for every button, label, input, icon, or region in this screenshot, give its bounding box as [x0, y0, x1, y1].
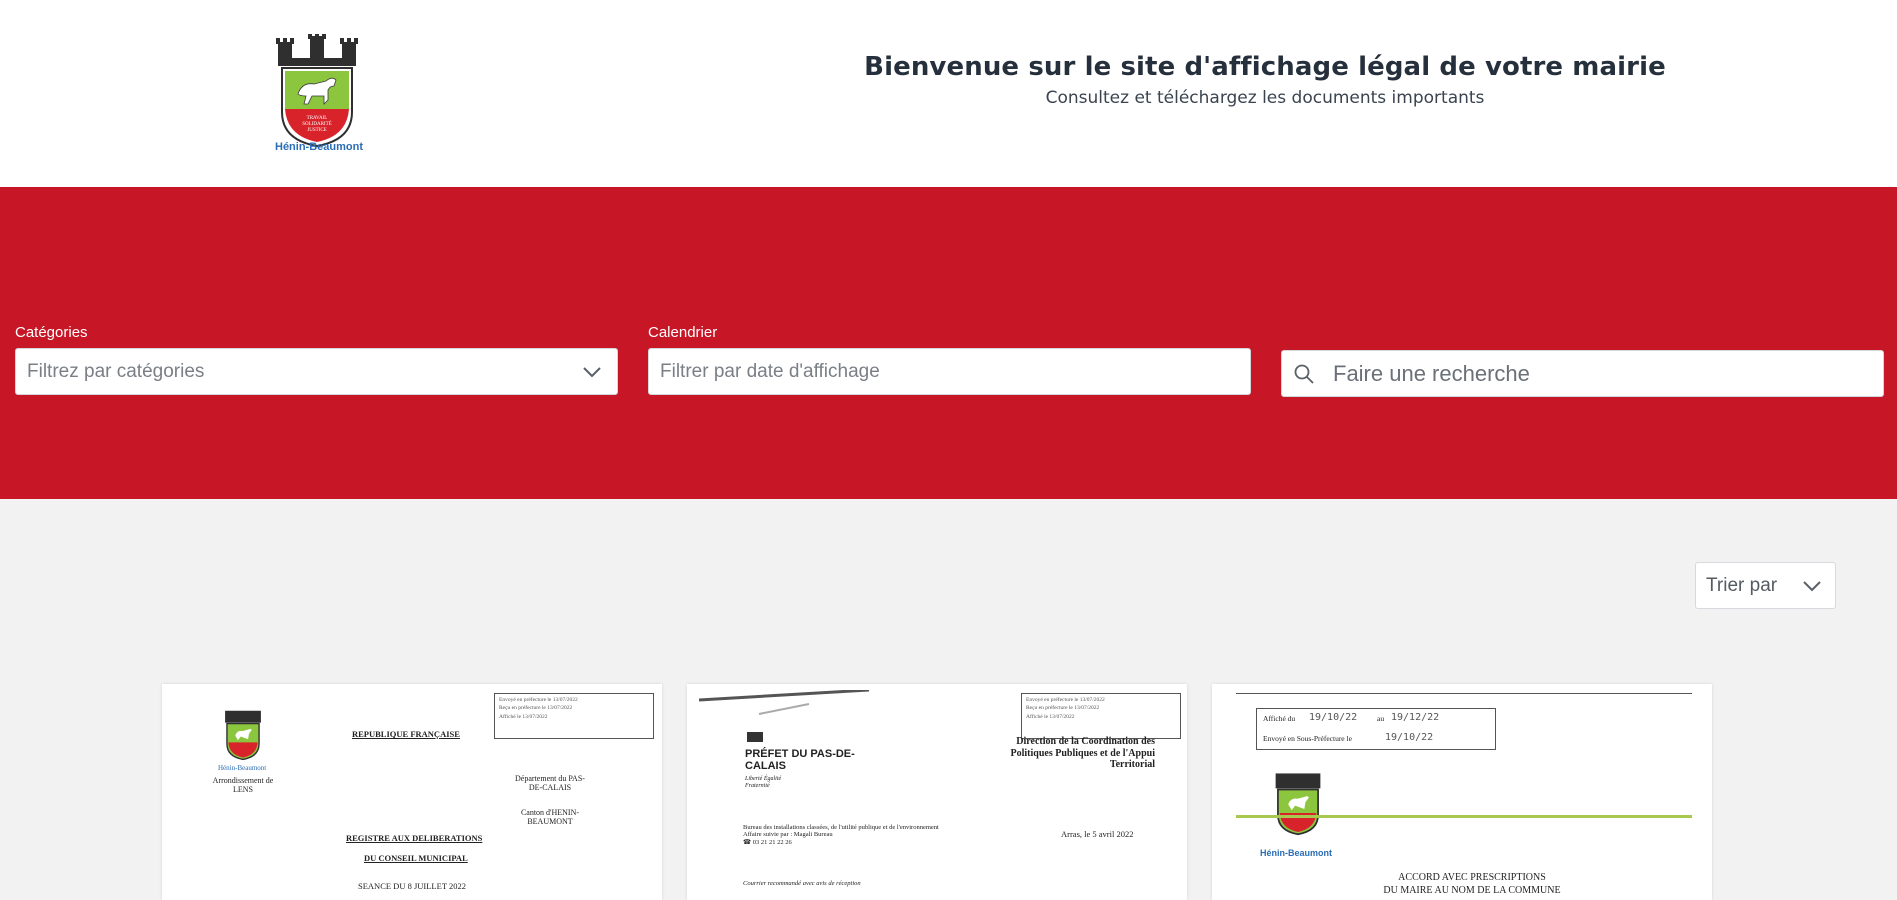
categories-placeholder: Filtrez par catégories	[27, 360, 205, 382]
au-label: au	[1377, 714, 1385, 723]
logo-caption: Hénin-Beaumont	[275, 141, 363, 153]
direction-text: Direction de la Coordination des Politiq…	[1010, 736, 1155, 770]
bureau-text: Bureau des installations classées, de l'…	[743, 824, 939, 846]
document-card[interactable]: Hénin-Beaumont Arrondissement de LENS RE…	[162, 684, 662, 900]
thumbnail-logo-caption: Hénin-Beaumont	[218, 764, 267, 772]
svg-text:JUSTICE: JUSTICE	[307, 128, 326, 133]
scan-shadow-decoration	[699, 690, 870, 715]
svg-text:SOLIDARITÉ: SOLIDARITÉ	[302, 121, 331, 127]
search-placeholder: Faire une recherche	[1333, 360, 1530, 386]
chevron-down-icon	[583, 367, 601, 378]
envoye-value: 19/10/22	[1385, 732, 1434, 743]
date-text: Arras, le 5 avril 2022	[1061, 829, 1134, 839]
divider	[1236, 693, 1692, 694]
devise-text: Liberté Égalité Fraternité	[745, 776, 782, 789]
affiche-du-label: Affiché du	[1263, 714, 1296, 723]
categories-select[interactable]: Filtrez par catégories	[15, 348, 618, 395]
site-header: TRAVAIL SOLIDARITÉ JUSTICE Hénin-Beaumon…	[0, 0, 1897, 187]
marianne-icon	[747, 732, 763, 742]
envoye-label: Envoyé en Sous-Préfecture le	[1263, 734, 1352, 743]
departement-text: Département du PAS-DE-CALAIS	[515, 774, 585, 793]
conseil-text: DU CONSEIL MUNICIPAL	[364, 853, 468, 863]
calendar-label: Calendrier	[648, 324, 718, 341]
title-block: Bienvenue sur le site d'affichage légal …	[830, 52, 1700, 108]
page-subtitle: Consultez et téléchargez les documents i…	[1045, 88, 1485, 108]
affichage-stamp: Affiché du 19/10/22 au 19/12/22 Envoyé e…	[1256, 708, 1496, 750]
search-icon	[1294, 364, 1314, 384]
search-input[interactable]: Faire une recherche	[1281, 350, 1884, 397]
page-title: Bienvenue sur le site d'affichage légal …	[864, 52, 1666, 82]
prefet-text: PRÉFET DU PAS-DE-CALAIS	[745, 748, 855, 773]
calendar-placeholder: Filtrer par date d'affichage	[660, 360, 880, 382]
transmission-stamp: Envoyé en préfecture le 13/07/2022 Reçu e…	[494, 693, 654, 739]
town-crest-thumbnail	[225, 710, 261, 761]
accord-line-1: ACCORD AVEC PRESCRIPTIONS	[1398, 872, 1546, 883]
seance-text: SEANCE DU 8 JUILLET 2022	[358, 881, 466, 891]
svg-text:TRAVAIL: TRAVAIL	[307, 116, 328, 121]
green-rule	[1236, 815, 1692, 818]
thumbnail-logo-caption: Hénin-Beaumont	[1260, 848, 1332, 858]
categories-filter: Catégories Filtrez par catégories	[15, 324, 618, 395]
sort-label: Trier par	[1706, 574, 1778, 596]
au-value: 19/12/22	[1391, 712, 1440, 723]
town-crest-thumbnail	[1275, 773, 1321, 836]
town-crest-logo[interactable]: TRAVAIL SOLIDARITÉ JUSTICE	[272, 34, 362, 156]
calendar-date-input[interactable]: Filtrer par date d'affichage	[648, 348, 1251, 395]
document-card[interactable]: PRÉFET DU PAS-DE-CALAIS Liberté Égalité …	[687, 684, 1187, 900]
affiche-du-value: 19/10/22	[1309, 712, 1358, 723]
transmission-stamp: Envoyé en préfecture le 13/07/2022 Reçu e…	[1021, 693, 1181, 739]
document-card[interactable]: Affiché du 19/10/22 au 19/12/22 Envoyé e…	[1212, 684, 1712, 900]
filter-band: Catégories Filtrez par catégories Calend…	[0, 187, 1897, 499]
registre-text: REGISTRE AUX DELIBERATIONS	[346, 833, 483, 843]
chevron-down-icon	[1803, 581, 1821, 592]
arrondissement-text: Arrondissement de LENS	[212, 776, 274, 795]
canton-text: Canton d'HENIN-BEAUMONT	[520, 808, 580, 827]
sort-select[interactable]: Trier par	[1695, 562, 1836, 609]
republique-text: REPUBLIQUE FRANÇAISE	[352, 729, 460, 739]
accord-line-2: DU MAIRE AU NOM DE LA COMMUNE	[1383, 885, 1561, 896]
search-filter: Faire une recherche	[1281, 350, 1884, 397]
categories-label: Catégories	[15, 324, 88, 341]
calendar-filter: Calendrier Filtrer par date d'affichage	[648, 324, 1251, 395]
courrier-text: Courrier recommandé avec avis de récepti…	[743, 880, 861, 887]
